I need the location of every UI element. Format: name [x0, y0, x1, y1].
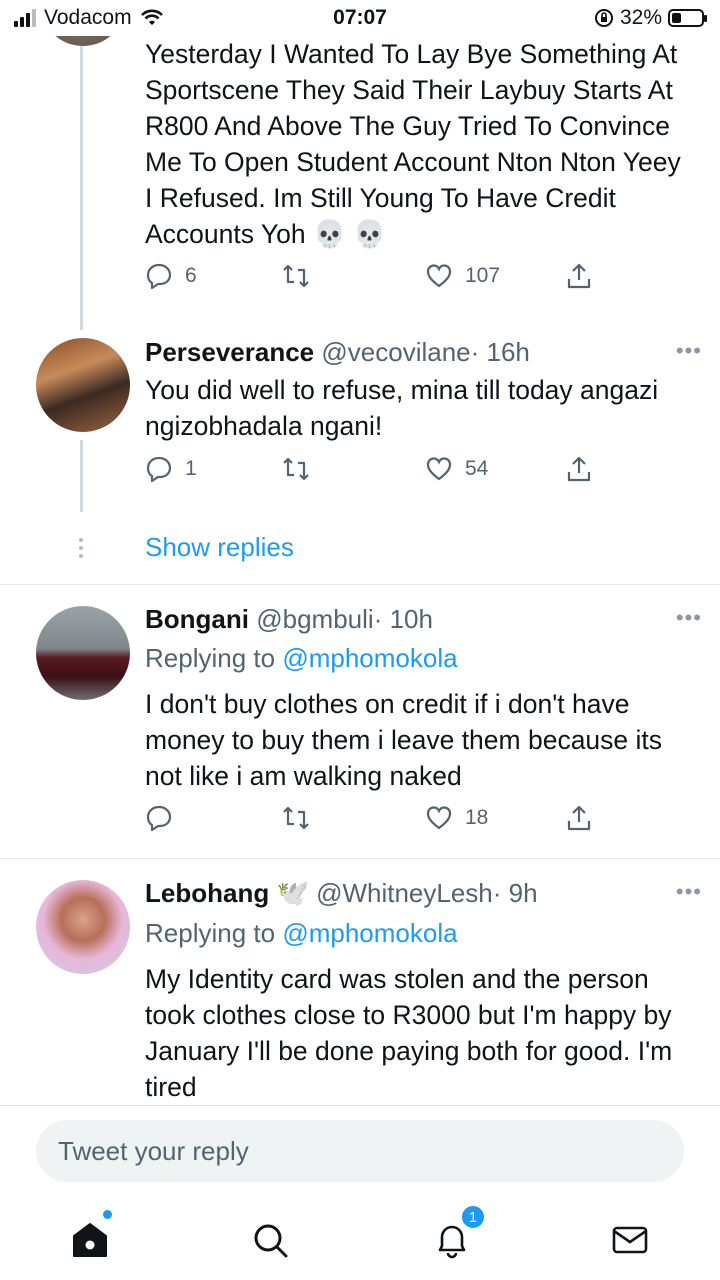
tweet-actions: 1 54 [145, 455, 605, 489]
share-icon [567, 456, 591, 482]
replying-to-link[interactable]: @mphomokola [282, 643, 457, 673]
retweet-button[interactable] [281, 262, 311, 290]
retweet-icon [283, 457, 309, 481]
display-name[interactable]: Lebohang [145, 878, 269, 908]
share-button[interactable] [565, 455, 593, 483]
tweet-time: · 10h [373, 604, 433, 634]
replying-prefix: Replying to [145, 918, 276, 948]
like-button[interactable]: 107 [425, 262, 500, 290]
home-icon [73, 1223, 107, 1257]
like-button[interactable]: 54 [425, 455, 488, 483]
user-handle[interactable]: @vecovilane [321, 337, 470, 367]
tweet-time: · 16h [470, 337, 530, 367]
thread-line [80, 440, 83, 512]
orientation-lock-icon [594, 9, 613, 27]
divider [0, 584, 720, 585]
dove-emoji: 🕊️ [276, 878, 309, 908]
reply-icon [146, 805, 172, 832]
battery-icon [668, 9, 707, 27]
reply-count: 6 [185, 264, 197, 287]
retweet-icon [283, 264, 309, 288]
tweet-header: Bongani @bgmbuli· 10h [145, 603, 433, 635]
user-handle[interactable]: @WhitneyLesh [316, 878, 493, 908]
more-options-icon[interactable]: ••• [676, 879, 702, 905]
like-button[interactable]: 18 [425, 804, 488, 832]
tab-home[interactable] [66, 1210, 114, 1264]
share-icon [567, 805, 591, 831]
avatar[interactable] [36, 338, 130, 432]
tweet-text: Yesterday I Wanted To Lay Bye Something … [145, 39, 681, 249]
reply-icon [146, 456, 172, 483]
retweet-icon [283, 806, 309, 830]
status-bar: Vodacom 07:07 32% [0, 0, 720, 36]
more-options-icon[interactable]: ••• [676, 605, 702, 631]
avatar[interactable] [36, 606, 130, 700]
home-dot [103, 1210, 112, 1219]
tab-notifications[interactable]: 1 [428, 1204, 486, 1264]
heart-icon [426, 457, 452, 481]
reply-button[interactable]: 6 [145, 262, 197, 290]
thread-line [80, 46, 83, 330]
reply-button[interactable]: 1 [145, 455, 197, 483]
retweet-button[interactable] [281, 804, 311, 832]
bottom-bar: 1 [0, 1105, 720, 1280]
reply-count: 1 [185, 457, 197, 480]
divider [0, 858, 720, 859]
tweet-actions: 18 [145, 804, 605, 838]
replying-prefix: Replying to [145, 643, 276, 673]
replying-to: Replying to @mphomokola [145, 643, 458, 674]
reply-icon [146, 263, 172, 290]
battery-percent: 32% [619, 6, 662, 29]
tweet-text: You did well to refuse, mina till today … [145, 375, 659, 441]
tweet-text: My Identity card was stolen and the pers… [145, 964, 673, 1102]
like-count: 18 [465, 806, 489, 829]
tweet-text: I don't buy clothes on credit if i don't… [145, 689, 663, 791]
tab-search[interactable] [246, 1216, 294, 1264]
tweet-header: Perseverance @vecovilane· 16h [145, 336, 530, 368]
replying-to-link[interactable]: @mphomokola [282, 918, 457, 948]
like-count: 54 [465, 457, 489, 480]
display-name[interactable]: Bongani [145, 604, 249, 634]
user-handle[interactable]: @bgmbuli [256, 604, 373, 634]
tweet-header: Lebohang 🕊️ @WhitneyLesh· 9h [145, 877, 538, 909]
tab-messages[interactable] [606, 1216, 654, 1264]
share-button[interactable] [565, 804, 593, 832]
status-right: 32% [594, 6, 707, 30]
mail-icon [612, 1226, 648, 1254]
replying-to: Replying to @mphomokola [145, 918, 458, 949]
heart-icon [426, 806, 452, 830]
thread-dots [79, 538, 84, 562]
heart-icon [426, 264, 452, 288]
display-name[interactable]: Perseverance [145, 337, 314, 367]
retweet-button[interactable] [281, 455, 311, 483]
search-icon [254, 1224, 288, 1258]
tweet-reply-input[interactable] [36, 1120, 684, 1182]
reply-button[interactable] [145, 804, 173, 832]
share-icon [567, 263, 591, 289]
like-count: 107 [465, 264, 501, 287]
tweet-time: · 9h [492, 878, 538, 908]
more-options-icon[interactable]: ••• [676, 338, 702, 364]
notification-badge: 1 [460, 1204, 486, 1230]
avatar[interactable] [36, 880, 130, 974]
share-button[interactable] [565, 262, 593, 290]
tweet-actions: 6 107 [145, 262, 605, 296]
show-replies-link[interactable]: Show replies [145, 532, 294, 563]
